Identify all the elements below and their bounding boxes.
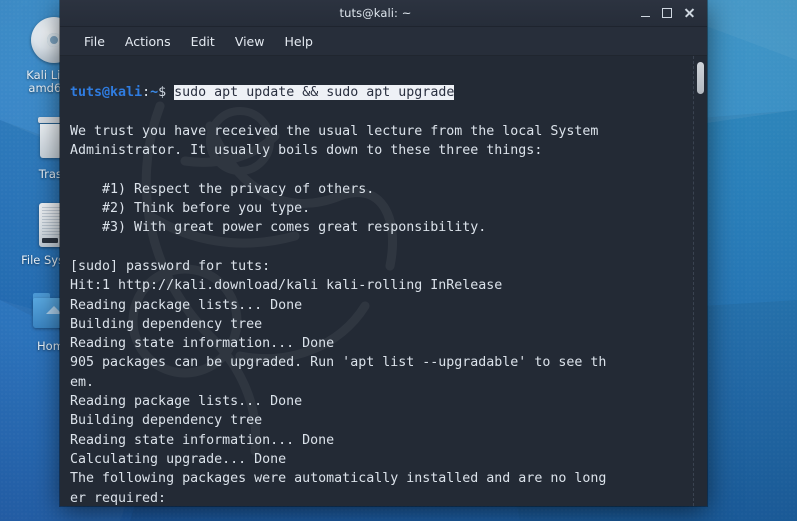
- maximize-button[interactable]: [657, 3, 677, 23]
- window-titlebar[interactable]: tuts@kali: ~: [60, 0, 707, 27]
- desktop-screen: Kali Linux amd64... Trash File System Ho…: [0, 0, 797, 521]
- terminal-line: #3) With great power comes great respons…: [70, 220, 487, 236]
- menu-item-file[interactable]: File: [74, 31, 115, 52]
- window-controls: [635, 3, 707, 23]
- minimize-icon: [640, 15, 650, 18]
- terminal-output[interactable]: tuts@kali:~$ sudo apt update && sudo apt…: [60, 56, 693, 506]
- prompt-sigil: $: [158, 85, 167, 101]
- terminal-line: Calculating upgrade... Done: [70, 451, 287, 467]
- terminal-line: Building dependency tree: [70, 413, 263, 429]
- prompt-colon: :: [142, 85, 151, 101]
- menu-item-help[interactable]: Help: [274, 31, 323, 52]
- menu-bar: File Actions Edit View Help: [60, 27, 707, 56]
- minimize-button[interactable]: [635, 3, 655, 23]
- terminal-window: tuts@kali: ~ File Actions Edit View Help: [60, 0, 707, 506]
- terminal-line: Reading state information... Done: [70, 336, 335, 352]
- maximize-icon: [662, 8, 672, 18]
- terminal-line: Administrator. It usually boils down to …: [70, 143, 543, 159]
- terminal-line: er required:: [70, 490, 167, 506]
- terminal-scrollbar[interactable]: [693, 56, 707, 506]
- prompt-host: kali: [110, 85, 143, 101]
- prompt-user: tuts: [70, 85, 103, 101]
- terminal-line: The following packages were automaticall…: [70, 471, 607, 487]
- terminal-line: #1) Respect the privacy of others.: [70, 181, 375, 197]
- prompt-path: ~: [150, 85, 159, 101]
- terminal-line: Building dependency tree: [70, 316, 263, 332]
- close-icon: [684, 8, 694, 18]
- terminal-line: Hit:1 http://kali.download/kali kali-rol…: [70, 278, 503, 294]
- terminal-line: 905 packages can be upgraded. Run 'apt l…: [70, 355, 607, 371]
- close-button[interactable]: [679, 3, 699, 23]
- terminal-body[interactable]: tuts@kali:~$ sudo apt update && sudo apt…: [60, 56, 707, 506]
- menu-item-edit[interactable]: Edit: [181, 31, 225, 52]
- terminal-scrollbar-thumb[interactable]: [697, 62, 704, 94]
- terminal-line: #2) Think before you type.: [70, 201, 311, 217]
- terminal-line: em.: [70, 374, 95, 390]
- window-title: tuts@kali: ~: [339, 6, 412, 20]
- terminal-line: We trust you have received the usual lec…: [70, 123, 599, 139]
- menu-item-view[interactable]: View: [225, 31, 275, 52]
- terminal-line: [sudo] password for tuts:: [70, 258, 271, 274]
- terminal-line: Reading state information... Done: [70, 432, 335, 448]
- prompt-at: @: [102, 85, 111, 101]
- terminal-command-selected[interactable]: sudo apt update && sudo apt upgrade: [174, 85, 455, 101]
- terminal-line: Reading package lists... Done: [70, 297, 303, 313]
- terminal-prompt-line: tuts@kali:~$ sudo apt update && sudo apt…: [70, 83, 683, 102]
- menu-item-actions[interactable]: Actions: [115, 31, 181, 52]
- terminal-line: Reading package lists... Done: [70, 394, 303, 410]
